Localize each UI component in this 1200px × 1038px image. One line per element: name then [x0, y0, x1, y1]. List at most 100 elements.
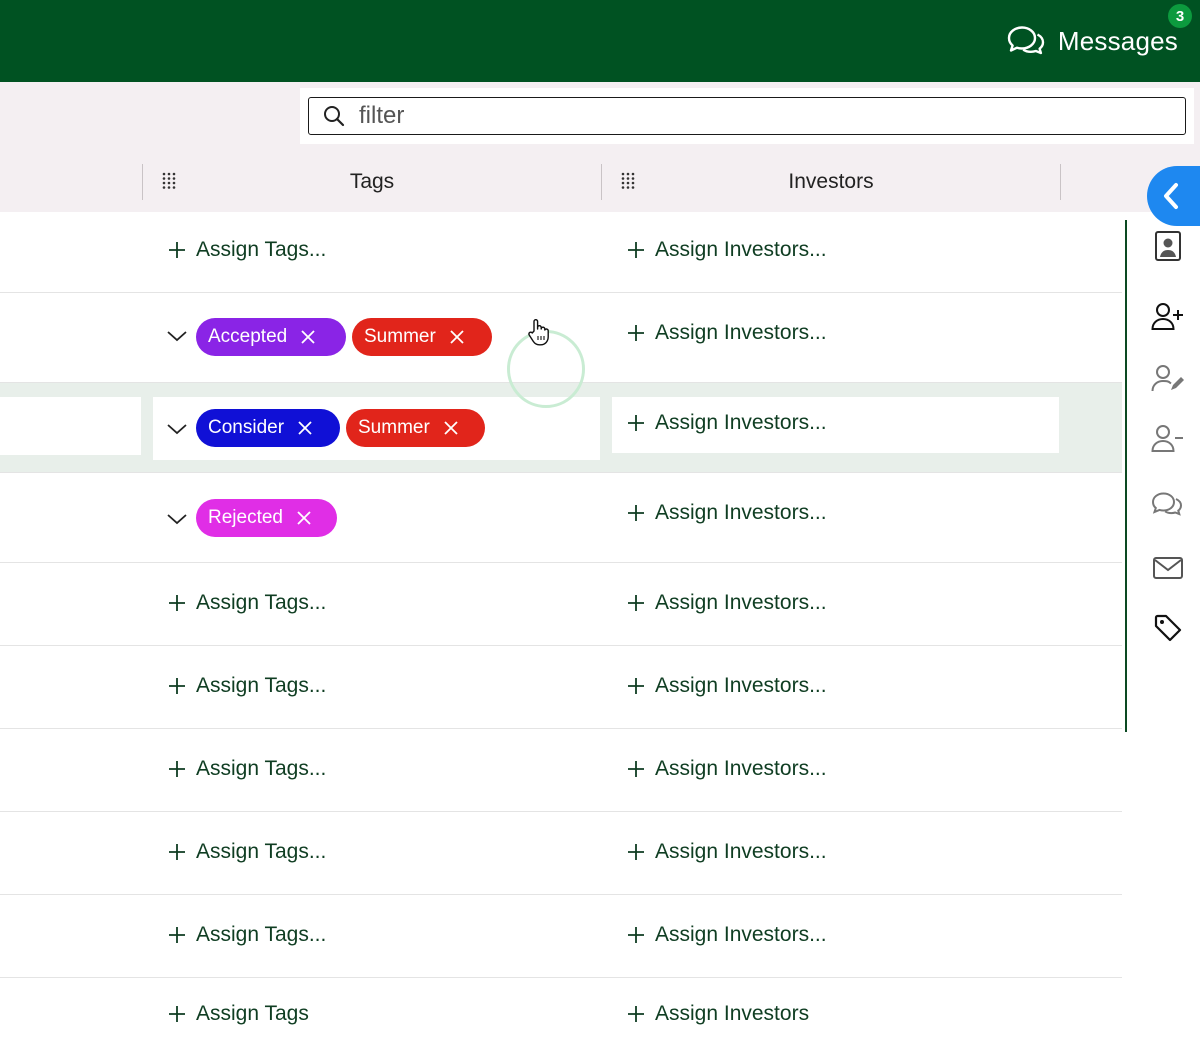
table-row[interactable]: Assign Tags... Assign Investors...: [0, 895, 1122, 978]
assign-investors-button[interactable]: Assign Investors...: [627, 591, 827, 615]
assign-tags-label: Assign Tags: [196, 1002, 309, 1025]
filter-input[interactable]: [357, 101, 1141, 131]
assign-investors-label: Assign Investors...: [655, 923, 827, 946]
assign-tags-button[interactable]: Assign Tags...: [168, 923, 326, 947]
tag-icon[interactable]: [1150, 610, 1186, 646]
plus-icon: [628, 325, 644, 341]
plus-icon: [169, 761, 185, 777]
table-row[interactable]: Assign Tags... Assign Investors...: [0, 646, 1122, 729]
assign-tags-label: Assign Tags...: [196, 674, 327, 697]
rail-divider: [1125, 220, 1127, 732]
plus-icon: [628, 927, 644, 943]
assign-investors-button[interactable]: Assign Investors...: [627, 501, 827, 525]
assign-investors-button[interactable]: Assign Investors...: [627, 238, 827, 262]
tag-label: Summer: [364, 326, 436, 347]
messages-label: Messages: [1057, 25, 1178, 56]
table-row[interactable]: Assign Tags... Assign Investors...: [0, 563, 1122, 646]
assign-investors-button[interactable]: Assign Investors...: [627, 757, 827, 781]
assign-investors-button[interactable]: Assign Investors...: [627, 321, 827, 345]
plus-icon: [169, 844, 185, 860]
chevron-down-icon[interactable]: [166, 329, 188, 343]
assign-tags-button[interactable]: Assign Tags...: [168, 757, 326, 781]
assign-investors-button[interactable]: Assign Investors...: [627, 923, 827, 947]
add-user-icon[interactable]: [1150, 298, 1186, 334]
table-row[interactable]: Assign Tags... Assign Investors...: [0, 729, 1122, 812]
remove-tag-button[interactable]: [444, 421, 458, 435]
chevron-down-icon[interactable]: [166, 512, 188, 526]
plus-icon: [628, 595, 644, 611]
filter-field[interactable]: [308, 97, 1186, 135]
table-row[interactable]: Rejected Assign Investors...: [0, 473, 1122, 563]
assign-tags-button[interactable]: Assign Tags...: [168, 591, 326, 615]
chat-icon[interactable]: [1150, 488, 1186, 524]
plus-icon: [169, 927, 185, 943]
mail-icon[interactable]: [1150, 550, 1186, 586]
remove-tag-button[interactable]: [298, 421, 312, 435]
remove-tag-button[interactable]: [297, 511, 311, 525]
collapse-rail-button[interactable]: [1147, 166, 1200, 226]
plus-icon: [169, 1006, 185, 1022]
tag-chip[interactable]: Summer: [352, 318, 492, 356]
search-icon: [324, 106, 345, 127]
chat-bubbles-icon: [1007, 26, 1045, 55]
assign-investors-label: Assign Investors...: [655, 757, 827, 780]
tag-chip[interactable]: Rejected: [196, 499, 337, 537]
top-bar: Messages 3: [0, 0, 1200, 82]
assign-tags-label: Assign Tags...: [196, 591, 327, 614]
column-header-investors[interactable]: Investors: [602, 162, 1060, 202]
chevron-down-icon[interactable]: [166, 422, 188, 436]
assign-tags-button[interactable]: Assign Tags: [168, 1002, 309, 1026]
chevron-left-icon: [1164, 183, 1178, 209]
tag-chip[interactable]: Accepted: [196, 318, 346, 356]
assign-investors-label: Assign Investors: [655, 1002, 810, 1025]
edit-user-icon[interactable]: [1150, 360, 1186, 396]
assign-tags-label: Assign Tags...: [196, 923, 327, 946]
assign-tags-label: Assign Tags...: [196, 238, 327, 261]
remove-tag-button[interactable]: [450, 330, 464, 344]
assign-investors-button[interactable]: Assign Investors...: [627, 411, 827, 435]
assign-investors-label: Assign Investors...: [655, 501, 827, 524]
tag-chip[interactable]: Consider: [196, 409, 340, 447]
column-separator[interactable]: [1060, 164, 1061, 200]
assign-investors-button[interactable]: Assign Investors...: [627, 840, 827, 864]
table-cell: [0, 397, 141, 455]
close-icon: [297, 511, 311, 525]
plus-icon: [628, 415, 644, 431]
assign-investors-label: Assign Investors...: [655, 591, 827, 614]
close-icon: [298, 421, 312, 435]
tag-label: Accepted: [208, 326, 288, 347]
plus-icon: [169, 242, 185, 258]
assign-tags-button[interactable]: Assign Tags...: [168, 674, 326, 698]
plus-icon: [169, 595, 185, 611]
tag-label: Consider: [208, 417, 285, 438]
assign-tags-label: Assign Tags...: [196, 757, 327, 780]
plus-icon: [628, 844, 644, 860]
plus-icon: [628, 678, 644, 694]
tag-chip[interactable]: Summer: [346, 409, 485, 447]
remove-user-icon[interactable]: [1150, 420, 1186, 456]
table-row[interactable]: Assign Tags... Assign Investors...: [0, 212, 1122, 293]
remove-tag-button[interactable]: [301, 330, 315, 344]
assign-tags-button[interactable]: Assign Tags...: [168, 840, 326, 864]
plus-icon: [628, 761, 644, 777]
close-icon: [450, 330, 464, 344]
filter-container: [300, 88, 1194, 144]
tag-label: Rejected: [208, 507, 283, 528]
plus-icon: [628, 505, 644, 521]
assign-investors-button[interactable]: Assign Investors...: [627, 674, 827, 698]
plus-icon: [628, 242, 644, 258]
plus-icon: [628, 1006, 644, 1022]
messages-count-badge: 3: [1168, 4, 1192, 28]
assign-investors-button[interactable]: Assign Investors: [627, 1002, 809, 1026]
tag-label: Summer: [358, 417, 430, 438]
contact-card-icon[interactable]: [1150, 228, 1186, 264]
assign-tags-label: Assign Tags...: [196, 840, 327, 863]
assign-investors-label: Assign Investors...: [655, 321, 827, 344]
messages-button[interactable]: Messages 3: [1006, 4, 1192, 62]
table-row[interactable]: Assign Tags... Assign Investors...: [0, 812, 1122, 895]
column-header-tags[interactable]: Tags: [143, 162, 601, 202]
table-row[interactable]: Assign Tags Assign Investors: [0, 978, 1122, 1038]
close-icon: [301, 330, 315, 344]
plus-icon: [169, 678, 185, 694]
assign-tags-button[interactable]: Assign Tags...: [168, 238, 326, 262]
